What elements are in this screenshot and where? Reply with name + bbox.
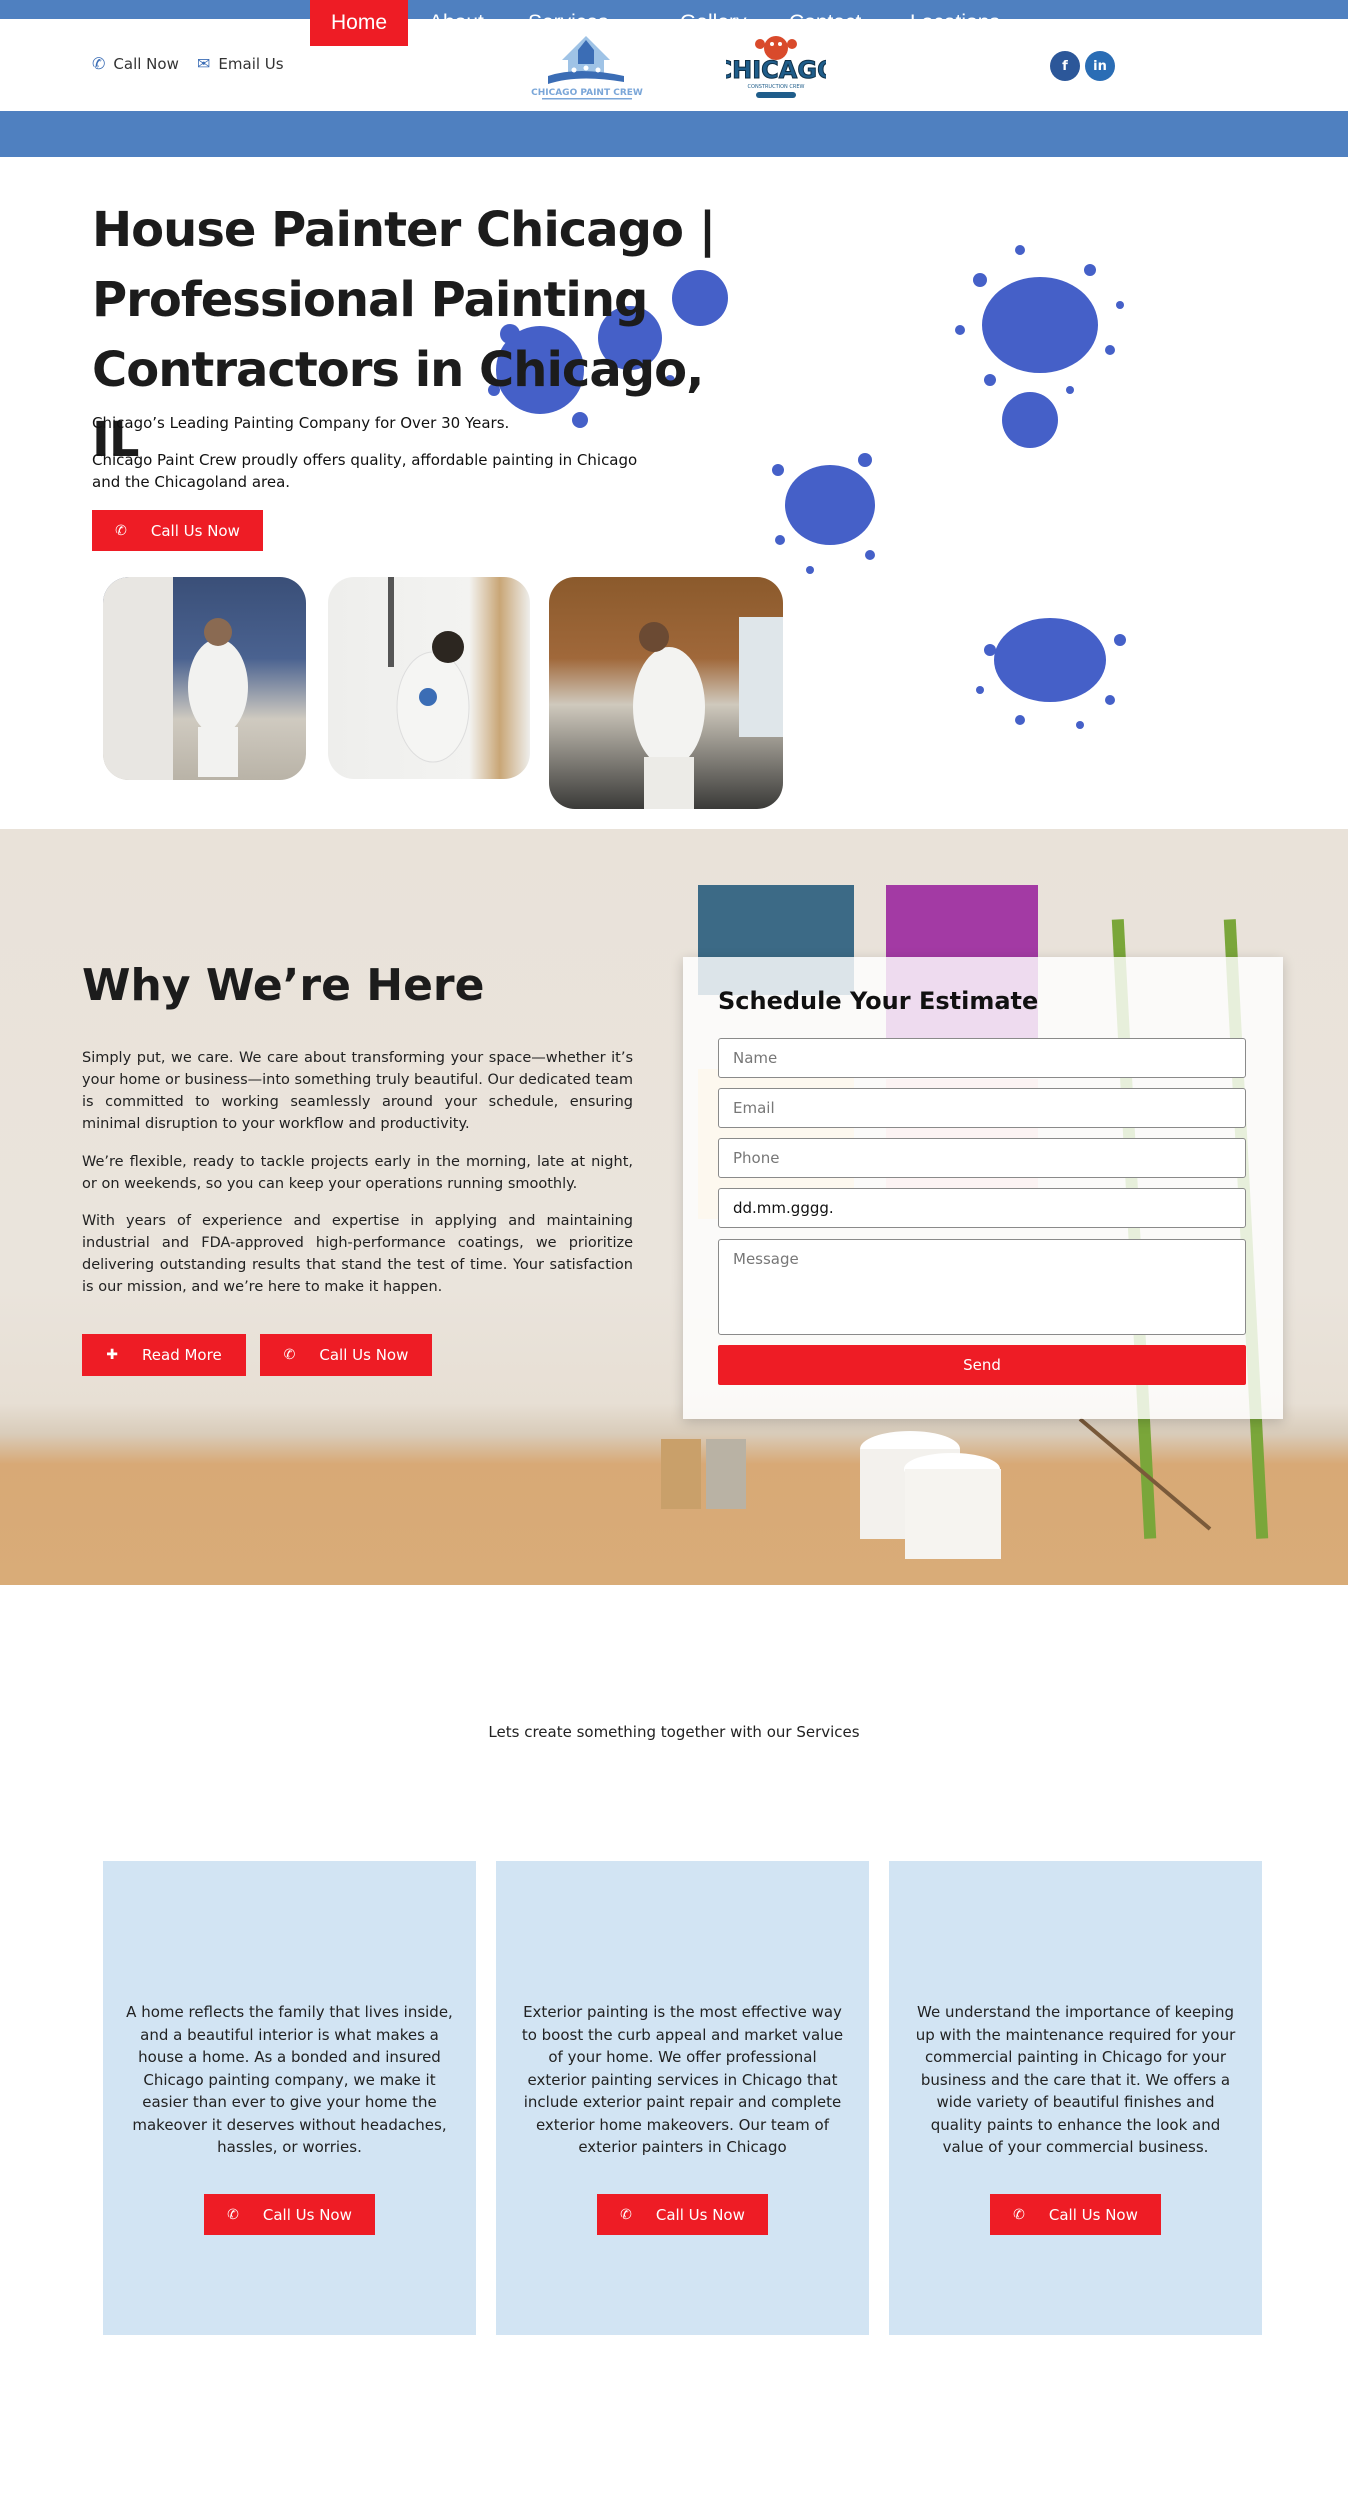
nav-services[interactable]: Services ▼ <box>528 0 634 46</box>
services-tagline: Lets create something together with our … <box>488 1723 860 1741</box>
envelope-icon: ✉ <box>197 54 211 73</box>
why-call-button[interactable]: ✆ Call Us Now <box>260 1334 432 1376</box>
plus-icon: ✚ <box>106 1347 119 1363</box>
service-card-interior: A home reflects the family that lives in… <box>103 1861 476 2335</box>
why-paragraph-3: With years of experience and expertise i… <box>82 1213 633 1295</box>
email-field[interactable]: Email <box>718 1088 1246 1128</box>
service-call-button[interactable]: ✆ Call Us Now <box>990 2194 1161 2235</box>
chevron-down-icon: ▼ <box>1011 15 1026 31</box>
service-card-text: A home reflects the family that lives in… <box>126 2003 453 2156</box>
email-us-link[interactable]: ✉ Email Us <box>197 54 284 73</box>
hero-call-button[interactable]: ✆ Call Us Now <box>92 510 263 551</box>
phone-icon: ✆ <box>283 1347 296 1363</box>
service-call-button[interactable]: ✆ Call Us Now <box>204 2194 375 2235</box>
phone-field[interactable]: Phone <box>718 1138 1246 1178</box>
hero-subtitle: Chicago’s Leading Painting Company for O… <box>92 414 510 432</box>
paint-splat-decoration <box>772 453 875 574</box>
call-now-label: Call Now <box>113 54 179 73</box>
why-paragraph-2: We’re flexible, ready to tackle projects… <box>82 1154 633 1192</box>
message-field[interactable]: Message <box>718 1239 1246 1335</box>
estimate-form: Schedule Your Estimate Name Email Phone … <box>683 957 1283 1419</box>
painter-photo-interior <box>103 577 306 780</box>
read-more-button[interactable]: ✚ Read More <box>82 1334 246 1376</box>
nav-gallery[interactable]: Gallery <box>680 0 747 46</box>
call-now-link[interactable]: ✆ Call Now <box>92 54 179 73</box>
service-call-button[interactable]: ✆ Call Us Now <box>597 2194 768 2235</box>
painter-photo-ceiling <box>328 577 530 779</box>
hero-description: Chicago Paint Crew proudly offers qualit… <box>92 451 638 491</box>
svg-text:CONSTRUCTION CREW: CONSTRUCTION CREW <box>748 84 805 90</box>
form-title: Schedule Your Estimate <box>718 987 1039 1015</box>
email-us-label: Email Us <box>218 54 284 73</box>
send-button[interactable]: Send <box>718 1345 1246 1385</box>
name-field[interactable]: Name <box>718 1038 1246 1078</box>
hero-title: House Painter Chicago | Professional Pai… <box>92 202 716 468</box>
nav-locations[interactable]: Locations ▼ <box>910 0 1026 46</box>
nav-contact[interactable]: Contact <box>789 0 861 46</box>
nav-about[interactable]: About <box>429 0 484 46</box>
top-strip <box>0 0 1348 19</box>
paint-splat-decoration <box>955 245 1124 448</box>
phone-icon: ✆ <box>620 2206 632 2223</box>
nav-home[interactable]: Home <box>310 0 409 46</box>
why-paragraph-1: Simply put, we care. We care about trans… <box>82 1050 633 1132</box>
phone-icon: ✆ <box>92 54 106 73</box>
service-card-text: Exterior painting is the most effective … <box>521 2003 844 2156</box>
svg-text:CHICAGO PAINT CREW: CHICAGO PAINT CREW <box>531 88 643 98</box>
chevron-down-icon: ▼ <box>620 15 635 31</box>
paint-splat-decoration <box>976 618 1126 729</box>
facebook-icon[interactable]: f <box>1050 51 1080 81</box>
svg-text:CHICAGO: CHICAGO <box>726 56 826 84</box>
phone-icon: ✆ <box>115 522 127 539</box>
phone-icon: ✆ <box>1013 2206 1025 2223</box>
why-title: Why We’re Here <box>82 960 485 1011</box>
service-card-commercial: We understand the importance of keeping … <box>889 1861 1262 2335</box>
main-nav <box>0 111 1348 157</box>
painter-photo-kitchen <box>549 577 783 809</box>
phone-icon: ✆ <box>227 2206 239 2223</box>
service-card-exterior: Exterior painting is the most effective … <box>496 1861 869 2335</box>
service-card-text: We understand the importance of keeping … <box>915 2003 1236 2156</box>
linkedin-icon[interactable]: in <box>1085 51 1115 81</box>
date-field[interactable]: dd.mm.gggg. <box>718 1188 1246 1228</box>
